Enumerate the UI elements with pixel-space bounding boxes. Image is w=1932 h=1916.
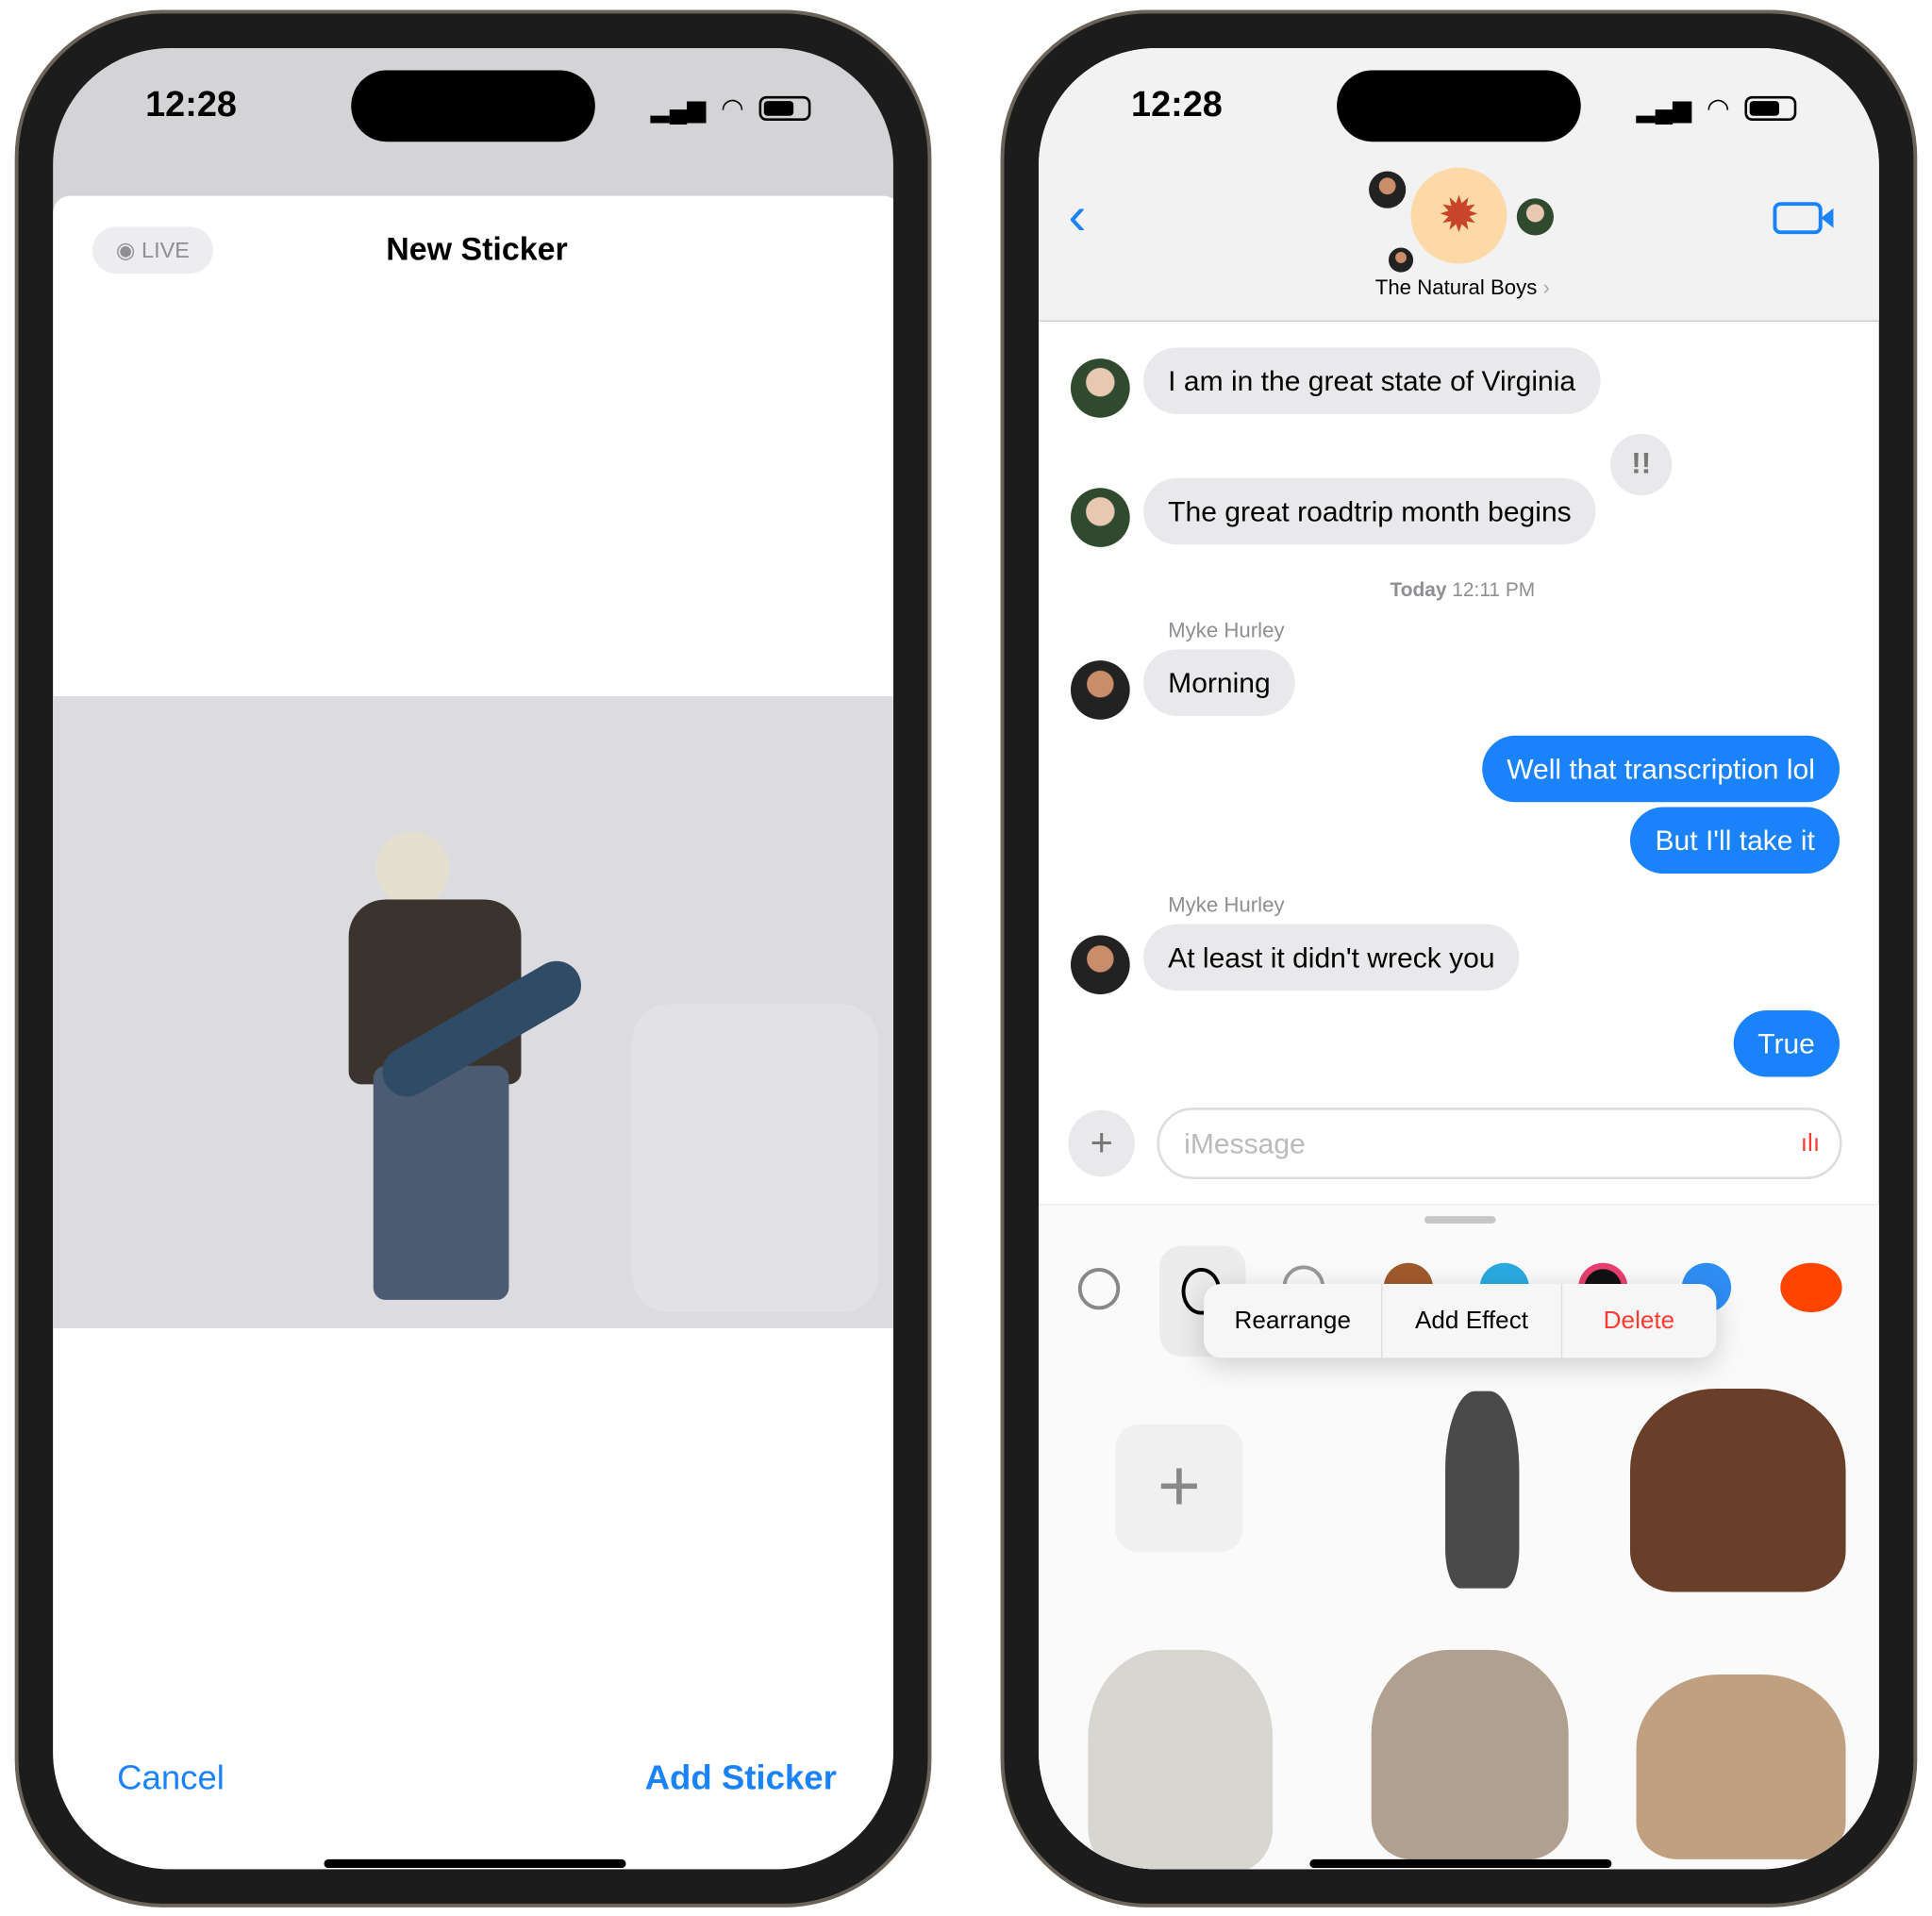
apps-plus-button[interactable]: + [1068,1109,1135,1177]
status-icons: ▂▄▆ ◠ [1637,92,1797,125]
avatar [1388,247,1414,273]
timestamp: Today 12:11 PM [1039,580,1879,603]
sticker-dog[interactable] [1371,1649,1569,1859]
plus-icon: + [1158,1443,1201,1527]
wifi-icon: ◠ [720,92,745,124]
group-name: The Natural Boys [1374,275,1538,300]
signal-icon: ▂▄▆ [1636,95,1692,123]
delete-menu-item[interactable]: Delete [1562,1284,1717,1358]
avatar [1369,171,1407,208]
message-bubble-sent[interactable]: True [1733,1010,1840,1077]
message-bubble[interactable]: Morning [1143,649,1295,716]
add-sticker-button[interactable]: + [1115,1424,1243,1553]
home-indicator [324,1858,626,1869]
page-title: New Sticker [386,230,568,268]
dynamic-island [351,70,595,142]
sheet: ◉ LIVE New Sticker Cancel Add Sticker [53,195,893,1870]
status-time: 12:28 [1130,85,1223,125]
rearrange-menu-item[interactable]: Rearrange [1204,1283,1383,1358]
avatar [1071,935,1130,995]
recents-clock-icon[interactable] [1077,1267,1121,1310]
timestamp-day: Today [1390,580,1447,602]
avatar [1071,358,1130,418]
sticker-legs [373,1065,509,1300]
message-bubble[interactable]: At least it didn't wreck you [1143,924,1520,991]
sticker-guitarist[interactable] [1445,1391,1520,1589]
wifi-icon: ◠ [1706,92,1730,124]
sticker-editor-screen: 12:28 ▂▄▆ ◠ ◉ LIVE New Sticker Cancel Ad… [53,47,893,1870]
phone-left: 12:28 ▂▄▆ ◠ ◉ LIVE New Sticker Cancel Ad… [14,9,932,1908]
message-bubble-sent[interactable]: But I'll take it [1630,807,1840,875]
sticker-context-menu: Rearrange Add Effect Delete [1204,1283,1717,1358]
maple-leaf-icon: ✹ [1438,188,1480,243]
video-call-button[interactable] [1773,202,1834,235]
timestamp-time: 12:11 PM [1452,580,1536,602]
sticker-device[interactable] [1088,1649,1274,1870]
chevron-left-icon: ‹ [1068,186,1087,247]
sticker-head [375,831,450,906]
sticker-dogs[interactable] [1636,1674,1846,1859]
battery-icon [1744,95,1797,121]
plus-icon: + [1090,1120,1113,1165]
sticker-face[interactable] [1629,1388,1846,1592]
group-name-button[interactable]: The Natural Boys › [1039,276,1879,301]
tapback-emphasis-icon[interactable]: !! [1610,433,1673,496]
background-figure [632,1004,879,1312]
input-placeholder: iMessage [1184,1127,1306,1160]
add-effect-menu-item[interactable]: Add Effect [1383,1283,1562,1358]
reddit-app-icon[interactable] [1780,1262,1842,1312]
message-bubble[interactable]: The great roadtrip month begins [1143,477,1596,545]
battery-icon [758,95,811,121]
signal-icon: ▂▄▆ [650,95,707,123]
message-bubble[interactable]: I am in the great state of Virginia [1143,347,1601,414]
avatar [1071,660,1130,720]
chevron-right-icon: › [1537,275,1550,300]
home-indicator [1309,1858,1612,1869]
sender-name: Myke Hurley [1168,618,1285,642]
cancel-button[interactable]: Cancel [117,1758,225,1798]
add-sticker-button[interactable]: Add Sticker [645,1758,837,1798]
phone-right: 12:28 ▂▄▆ ◠ ‹ ✹ The Natural Boys › I am … [1000,9,1918,1908]
sticker-preview [53,695,893,1328]
status-time: 12:28 [145,85,237,125]
dynamic-island [1337,70,1581,142]
sender-name: Myke Hurley [1168,892,1285,917]
video-icon [1821,208,1834,228]
status-icons: ▂▄▆ ◠ [651,92,811,125]
group-avatar[interactable]: ✹ [1410,167,1507,264]
avatar [1071,488,1130,547]
message-bubble-sent[interactable]: Well that transcription lol [1482,735,1840,803]
message-input[interactable]: iMessage ılı [1157,1108,1842,1179]
messages-screen: 12:28 ▂▄▆ ◠ ‹ ✹ The Natural Boys › I am … [1039,47,1879,1870]
drawer-grabber[interactable] [1424,1216,1496,1224]
avatar [1516,198,1554,236]
audio-waveform-icon[interactable]: ılı [1801,1110,1820,1177]
back-button[interactable]: ‹ [1068,186,1086,247]
